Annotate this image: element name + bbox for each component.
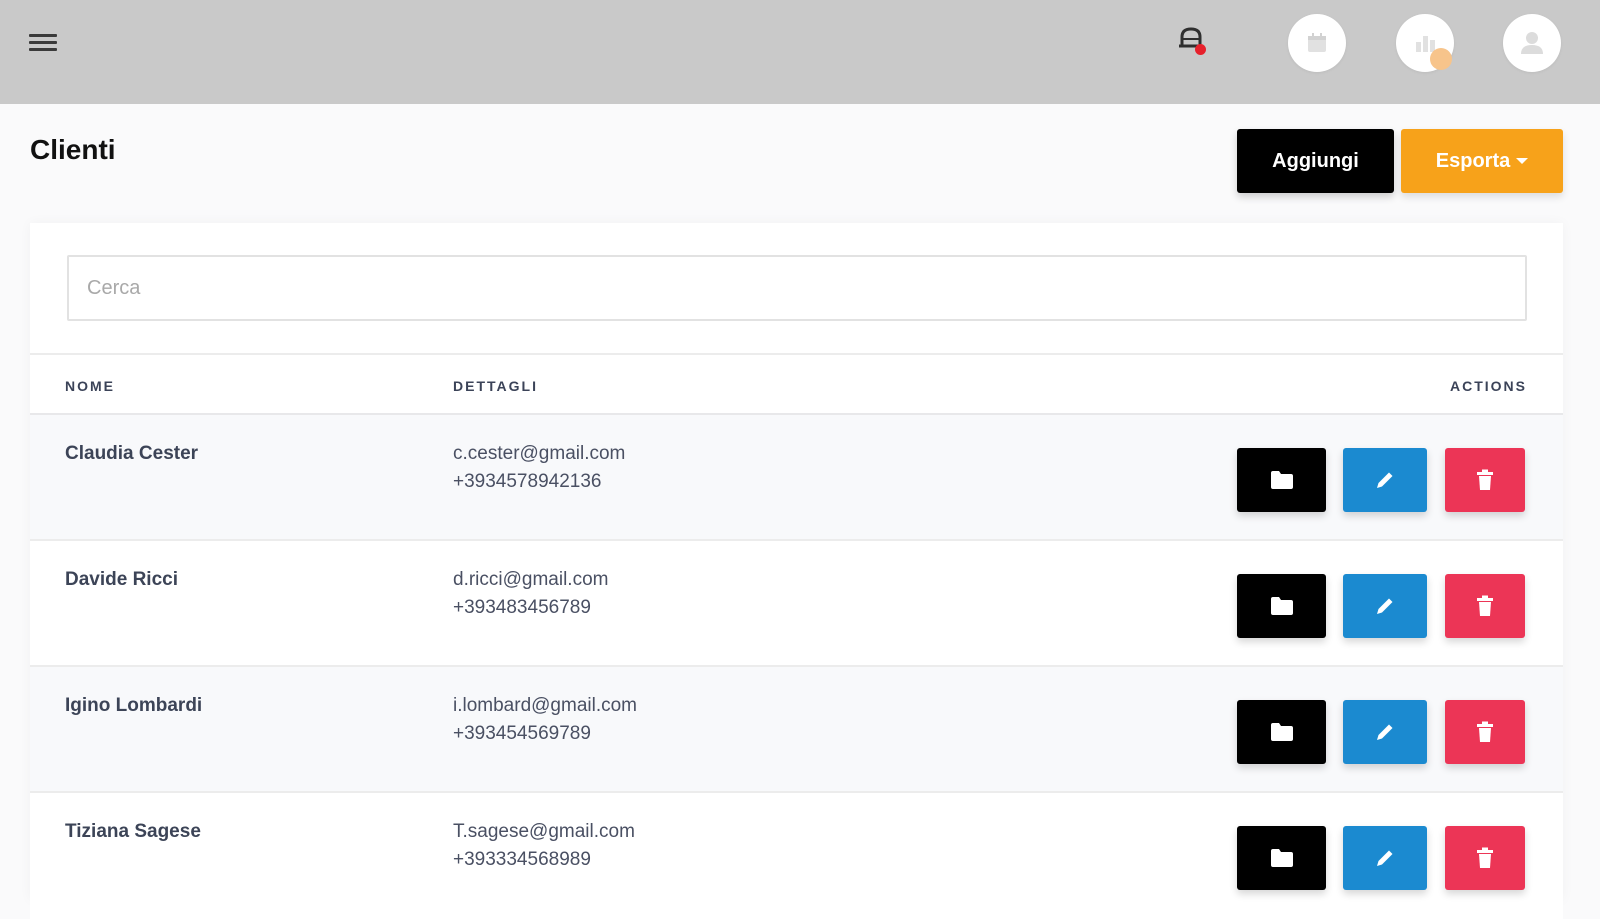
user-icon (1521, 32, 1543, 54)
client-email: T.sagese@gmail.com (453, 821, 635, 842)
open-folder-button[interactable] (1237, 574, 1326, 638)
pencil-icon (1377, 724, 1393, 740)
delete-button[interactable] (1445, 700, 1525, 764)
pencil-icon (1377, 598, 1393, 614)
edit-button[interactable] (1343, 826, 1427, 890)
stats-button[interactable] (1396, 14, 1454, 72)
trash-icon (1477, 469, 1493, 490)
delete-button[interactable] (1445, 574, 1525, 638)
table-header: NOME DETTAGLI ACTIONS (30, 355, 1563, 415)
delete-button[interactable] (1445, 448, 1525, 512)
client-name: Igino Lombardi (65, 695, 203, 716)
notification-bell-icon[interactable] (1176, 24, 1206, 58)
client-name: Tiziana Sagese (65, 821, 201, 842)
client-phone: +393454569789 (453, 723, 591, 744)
folder-icon (1270, 471, 1293, 489)
client-email: c.cester@gmail.com (453, 443, 626, 464)
pencil-icon (1377, 850, 1393, 866)
client-name: Claudia Cester (65, 443, 199, 464)
trash-icon (1477, 847, 1493, 868)
table-row: Tiziana Sagese T.sagese@gmail.com +39333… (30, 793, 1563, 919)
delete-button[interactable] (1445, 826, 1525, 890)
clients-card: NOME DETTAGLI ACTIONS Claudia Cester c.c… (30, 223, 1563, 919)
table-row: Igino Lombardi i.lombard@gmail.com +3934… (30, 667, 1563, 793)
trash-icon (1477, 721, 1493, 742)
search-input[interactable] (67, 255, 1527, 321)
calendar-button[interactable] (1288, 14, 1346, 72)
client-email: d.ricci@gmail.com (453, 569, 609, 590)
user-menu-button[interactable] (1503, 14, 1561, 72)
folder-icon (1270, 723, 1293, 741)
open-folder-button[interactable] (1237, 826, 1326, 890)
client-phone: +393483456789 (453, 597, 591, 618)
calendar-icon (1308, 33, 1326, 52)
column-header-nome: NOME (65, 378, 115, 394)
notification-dot (1195, 44, 1206, 55)
export-label: Esporta (1435, 149, 1511, 172)
trash-icon (1477, 595, 1493, 616)
edit-button[interactable] (1343, 574, 1427, 638)
client-email: i.lombard@gmail.com (453, 695, 638, 716)
client-phone: +393334568989 (453, 849, 591, 870)
client-phone: +3934578942136 (453, 471, 602, 492)
page-title: Clienti (30, 134, 116, 165)
client-name: Davide Ricci (65, 569, 178, 590)
folder-icon (1270, 597, 1293, 615)
edit-button[interactable] (1343, 448, 1427, 512)
add-button[interactable]: Aggiungi (1237, 129, 1394, 193)
edit-button[interactable] (1343, 700, 1427, 764)
caret-down-icon (1516, 158, 1529, 164)
folder-icon (1270, 849, 1293, 867)
open-folder-button[interactable] (1237, 700, 1326, 764)
table-row: Claudia Cester c.cester@gmail.com +39345… (30, 415, 1563, 541)
pencil-icon (1377, 472, 1393, 488)
column-header-actions: ACTIONS (1450, 378, 1527, 394)
open-folder-button[interactable] (1237, 448, 1326, 512)
column-header-dettagli: DETTAGLI (453, 378, 538, 394)
indicator-badge (1430, 48, 1452, 70)
top-bar (0, 0, 1600, 104)
menu-icon[interactable] (29, 31, 59, 55)
table-row: Davide Ricci d.ricci@gmail.com +39348345… (30, 541, 1563, 667)
export-dropdown-button[interactable]: Esporta (1401, 129, 1563, 193)
search-section (30, 223, 1563, 355)
